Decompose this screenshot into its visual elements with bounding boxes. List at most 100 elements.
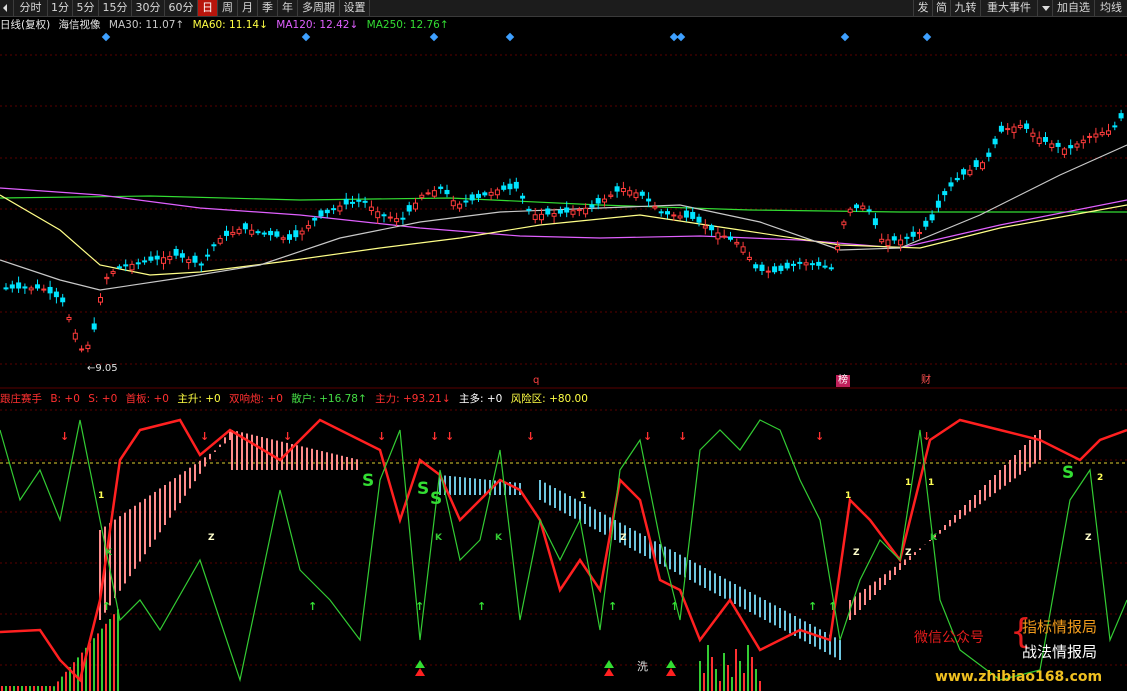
candle-body xyxy=(186,259,192,264)
candle-body xyxy=(923,220,929,227)
candle-body xyxy=(1080,139,1086,144)
ind-first-board: 首板: +0 xyxy=(125,393,169,405)
candle-body xyxy=(809,263,815,266)
candle-body xyxy=(450,200,456,207)
candle-body xyxy=(1118,113,1124,119)
candle-body xyxy=(885,239,891,247)
zk-marker: Z xyxy=(1085,533,1092,543)
candle-body xyxy=(1099,131,1105,136)
candle-body xyxy=(394,218,400,223)
ind-risk-zone: 风险区: +80.00 xyxy=(510,393,588,405)
stock-name[interactable]: 海信视像 xyxy=(59,19,101,31)
candle-body xyxy=(1043,137,1048,142)
s-signal-icon: S xyxy=(362,471,374,491)
candle-body xyxy=(778,265,784,271)
candle-body xyxy=(438,186,444,189)
candle-body xyxy=(753,264,759,269)
ind-s: S: +0 xyxy=(88,393,118,405)
candle-body xyxy=(759,264,765,271)
candle-body xyxy=(992,138,998,145)
candle-body xyxy=(791,263,796,266)
ind-main-force: 主力: +93.21↓ xyxy=(375,393,451,405)
candle-body xyxy=(211,244,217,247)
candle-body xyxy=(866,209,872,212)
candle-body xyxy=(167,255,173,260)
candle-body xyxy=(469,194,475,201)
q-marker[interactable]: q xyxy=(531,375,541,387)
candle-body xyxy=(381,214,387,217)
buy-triangle-icon xyxy=(604,668,614,676)
candle-body xyxy=(305,225,311,229)
candle-body xyxy=(690,211,696,219)
zk-marker: Z xyxy=(905,548,912,558)
cai-marker[interactable]: 财 xyxy=(919,375,933,387)
candle-body xyxy=(646,198,652,202)
candle-body xyxy=(904,236,910,239)
buy-triangle-icon xyxy=(666,660,676,668)
candle-body xyxy=(293,230,299,238)
candle-body xyxy=(633,192,639,199)
candlesticks xyxy=(3,109,1124,353)
candle-body xyxy=(709,225,715,231)
candle-body xyxy=(444,189,450,195)
candle-body xyxy=(734,241,740,245)
candle-body xyxy=(324,209,330,214)
candle-body xyxy=(312,217,318,221)
candle-body xyxy=(406,205,412,212)
candle-body xyxy=(362,200,368,203)
candle-body xyxy=(860,205,866,210)
candle-body xyxy=(1106,130,1111,135)
candle-body xyxy=(217,237,223,244)
ind-main-rise: 主升: +0 xyxy=(177,393,221,405)
two-marker: 2 xyxy=(1097,473,1103,483)
up-arrow-icon: ↑ xyxy=(608,600,617,613)
s-signal-icon: S xyxy=(1062,463,1074,483)
candle-body xyxy=(898,239,904,246)
indicator-bars xyxy=(1,430,1041,691)
candle-body xyxy=(1112,125,1118,128)
s-signal-icon: S xyxy=(417,479,429,499)
buy-triangle-icon xyxy=(666,668,676,676)
candle-body xyxy=(280,237,286,240)
candle-body xyxy=(129,263,135,271)
indicator-legend: 跟庄赛手 B: +0 S: +0 首板: +0 主升: +0 双响炮: +0 散… xyxy=(0,392,593,406)
s-signal-icon: S xyxy=(430,489,442,509)
bang-marker[interactable]: 榜 xyxy=(836,375,850,387)
candle-body xyxy=(917,232,922,235)
candle-body xyxy=(135,262,141,265)
down-arrow-icon: ↓ xyxy=(283,430,292,443)
zk-marker: K xyxy=(495,533,503,543)
candle-body xyxy=(337,205,343,212)
buy-triangle-icon xyxy=(415,660,425,668)
candle-body xyxy=(123,264,129,267)
signal-diamond-icon xyxy=(922,32,932,42)
candle-body xyxy=(261,232,267,235)
candle-body xyxy=(986,152,992,157)
chart-canvas[interactable]: KZ K K ZZ ZK Z1 1 11 1S S SS 2↓ ↓ ↓ ↓ ↓ ↓ ↓ ↓ ↓ ↓ ↓↑ ↑ ↑ ↑ ↑ ↑ ↑ ↑ xyxy=(0,0,1127,691)
candle-body xyxy=(198,263,204,266)
candle-body xyxy=(41,288,47,291)
candle-body xyxy=(973,160,979,167)
buy-triangle-icon xyxy=(415,668,425,676)
candle-body xyxy=(948,182,954,187)
candle-body xyxy=(179,253,185,258)
zk-marker: K xyxy=(105,548,113,558)
candle-body xyxy=(545,208,551,215)
candle-body xyxy=(173,248,179,256)
candle-body xyxy=(658,211,664,214)
up-arrow-icon: ↑ xyxy=(808,600,817,613)
one-marker: 1 xyxy=(580,491,586,501)
candle-body xyxy=(564,207,570,213)
candle-body xyxy=(413,202,418,210)
one-marker: 1 xyxy=(928,478,934,488)
watermark-name-1: 指标情报局 xyxy=(1022,618,1098,636)
candle-body xyxy=(872,218,878,226)
signal-diamond-icon xyxy=(101,32,111,42)
candle-body xyxy=(356,199,362,202)
candle-body xyxy=(879,238,885,243)
one-marker: 1 xyxy=(905,478,911,488)
candle-body xyxy=(620,187,626,193)
candle-body xyxy=(488,191,494,196)
ma60-value: MA60: 11.14↓ xyxy=(192,19,268,31)
candle-body xyxy=(728,236,733,240)
